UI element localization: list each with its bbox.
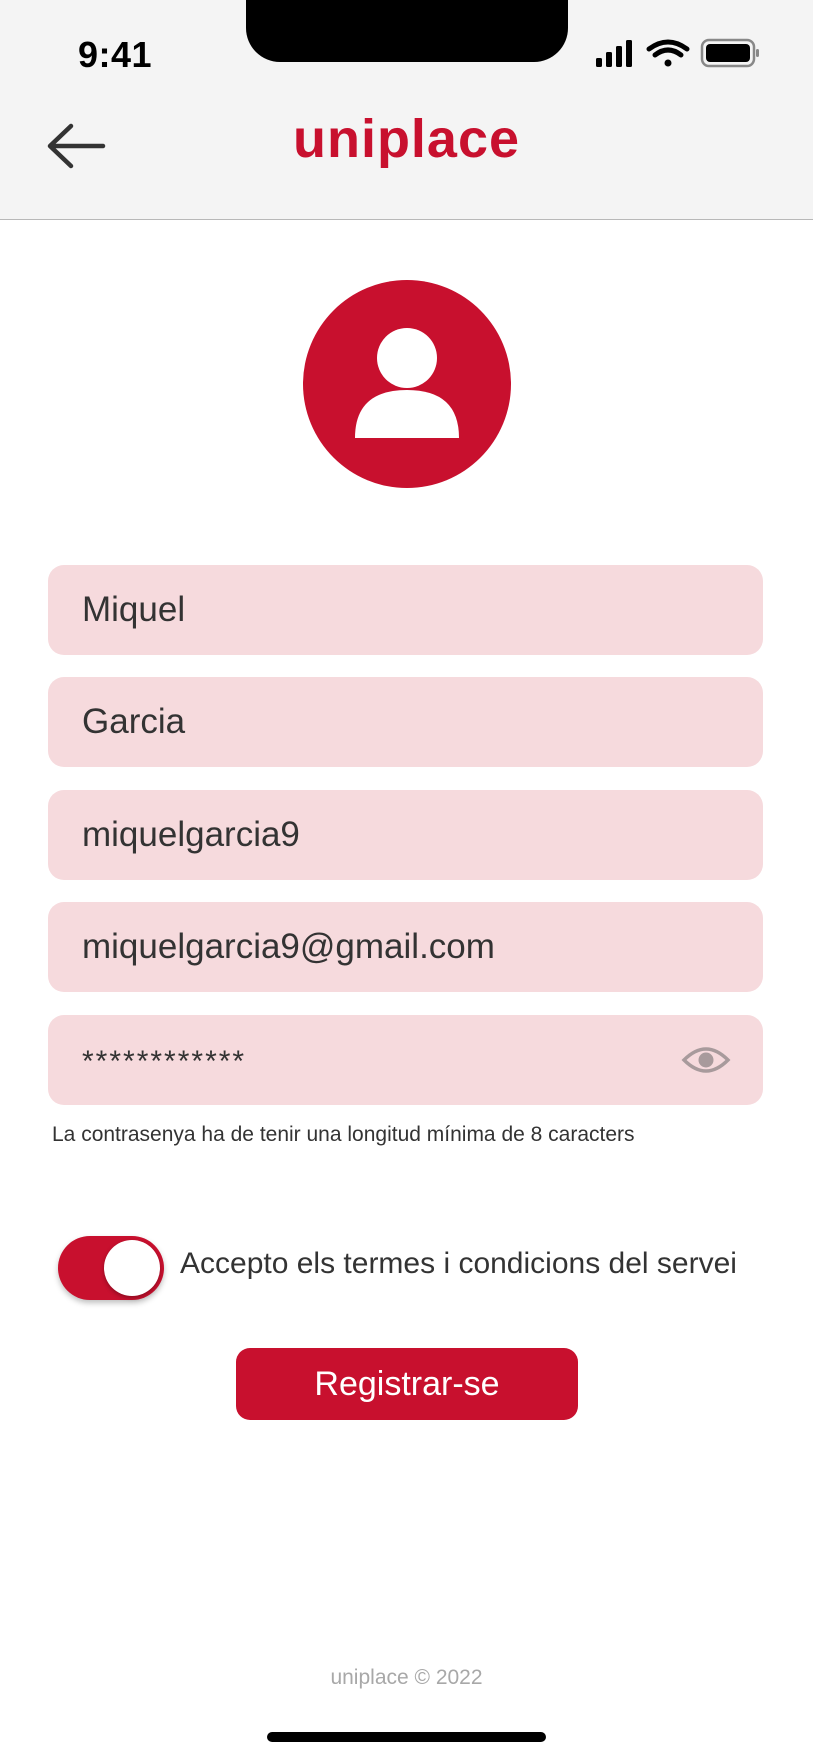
home-indicator: [267, 1732, 546, 1742]
device-notch: [246, 0, 568, 62]
password-field[interactable]: ************: [48, 1015, 763, 1105]
battery-icon: [700, 38, 759, 68]
terms-label: Accepto els termes i condicions del serv…: [180, 1247, 737, 1280]
first-name-field[interactable]: Miquel: [48, 565, 763, 655]
status-time: 9:41: [78, 34, 153, 75]
first-name-value: Miquel: [82, 590, 186, 629]
terms-toggle[interactable]: [58, 1236, 164, 1300]
last-name-value: Garcia: [82, 702, 186, 741]
wifi-icon: [646, 39, 690, 67]
footer-copyright: uniplace © 2022: [330, 1666, 483, 1689]
password-hint: La contrasenya ha de tenir una longitud …: [52, 1123, 635, 1146]
profile-avatar[interactable]: [303, 280, 511, 488]
header-bar: 9:41 uniplace: [0, 0, 813, 220]
user-icon: [355, 328, 459, 438]
email-field[interactable]: miquelgarcia9@gmail.com: [48, 902, 763, 992]
username-field[interactable]: miquelgarcia9: [48, 790, 763, 880]
cellular-signal-icon: [596, 40, 632, 67]
toggle-knob: [104, 1240, 160, 1296]
password-value: ************: [82, 1045, 247, 1078]
eye-icon[interactable]: [681, 1040, 731, 1080]
username-value: miquelgarcia9: [82, 815, 300, 854]
app-title: uniplace: [292, 109, 521, 169]
email-value: miquelgarcia9@gmail.com: [82, 927, 495, 966]
last-name-field[interactable]: Garcia: [48, 677, 763, 767]
register-button[interactable]: Registrar-se: [236, 1348, 578, 1420]
status-icons: [596, 38, 759, 68]
